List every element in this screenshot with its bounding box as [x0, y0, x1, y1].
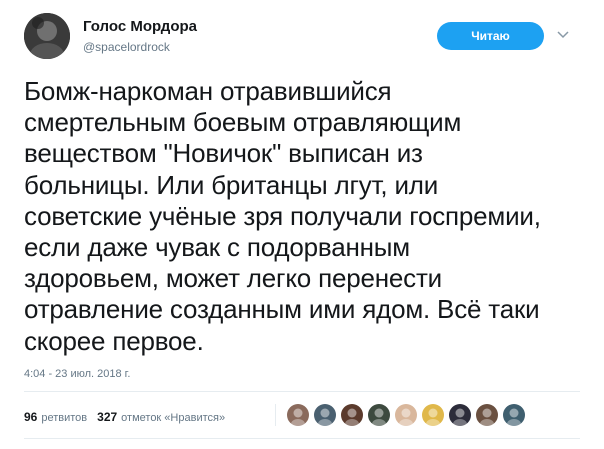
author-handle[interactable]: @spacelordrock [83, 40, 170, 54]
user-avatar-icon[interactable] [476, 404, 498, 426]
user-avatar-icon[interactable] [503, 404, 525, 426]
likes-stat[interactable]: 327 отметок «Нравится» [97, 410, 225, 424]
tweet-timestamp[interactable]: 4:04 - 23 июл. 2018 г. [24, 368, 130, 380]
retweets-label: ретвитов [41, 412, 88, 424]
retweets-count: 96 [24, 410, 38, 424]
retweets-stat[interactable]: 96 ретвитов [24, 410, 87, 424]
tweet-stats: 96 ретвитов 327 отметок «Нравится» [24, 410, 235, 424]
author-display-name[interactable]: Голос Мордора [83, 18, 197, 35]
user-avatar-icon[interactable] [314, 404, 336, 426]
user-avatar-icon[interactable] [422, 404, 444, 426]
user-avatar-icon[interactable] [341, 404, 363, 426]
liker-avatars [287, 404, 530, 426]
following-button[interactable]: Читаю [437, 22, 544, 50]
user-avatar-icon[interactable] [287, 404, 309, 426]
tweet-card: Голос Мордора @spacelordrock Читаю Бомж-… [0, 0, 604, 449]
tweet-text: Бомж-наркоман отравившийся смертельным б… [24, 76, 541, 356]
user-avatar-icon[interactable] [395, 404, 417, 426]
user-avatar-icon[interactable] [368, 404, 390, 426]
divider [275, 404, 276, 426]
profile-avatar-icon[interactable] [24, 13, 70, 59]
chevron-down-icon[interactable] [554, 26, 572, 44]
likes-count: 327 [97, 410, 118, 424]
user-avatar-icon[interactable] [449, 404, 471, 426]
divider [24, 438, 580, 439]
likes-label: отметок «Нравится» [121, 412, 226, 424]
divider [24, 391, 580, 392]
